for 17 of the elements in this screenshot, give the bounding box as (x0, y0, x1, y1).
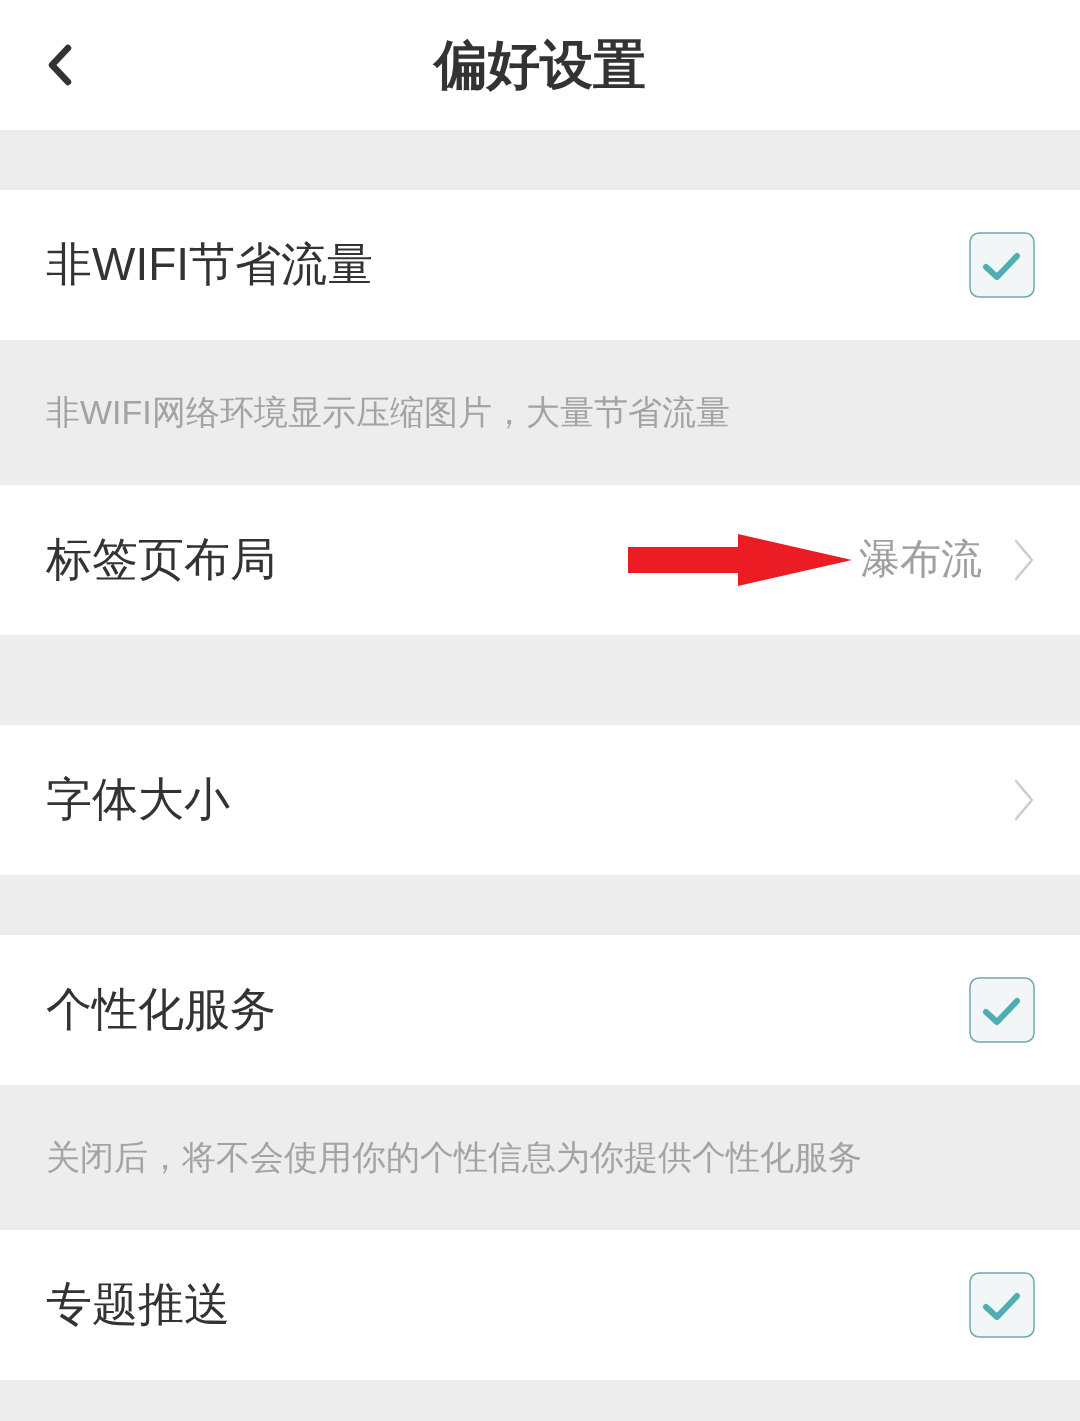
setting-label: 字体大小 (46, 772, 230, 828)
setting-description: 非WIFI网络环境显示压缩图片，大量节省流量 (45, 392, 731, 434)
chevron-right-icon (1013, 539, 1035, 581)
settings-row[interactable]: 标签页布局 瀑布流 (0, 485, 1080, 635)
settings-row[interactable]: 字体大小 (0, 725, 1080, 875)
checkbox[interactable] (969, 232, 1035, 298)
back-icon[interactable] (46, 44, 74, 86)
chevron-right-icon (1013, 779, 1035, 821)
checkbox[interactable] (969, 1272, 1035, 1338)
setting-value: 瀑布流 (859, 535, 982, 585)
setting-label: 非WIFI节省流量 (46, 237, 374, 293)
setting-label: 标签页布局 (46, 532, 276, 588)
setting-label: 专题推送 (46, 1277, 230, 1333)
setting-label: 个性化服务 (46, 982, 276, 1038)
setting-description: 关闭后，将不会使用你的个性信息为你提供个性化服务 (45, 1137, 863, 1179)
checkbox[interactable] (969, 977, 1035, 1043)
page-title: 偏好设置 (434, 34, 646, 97)
